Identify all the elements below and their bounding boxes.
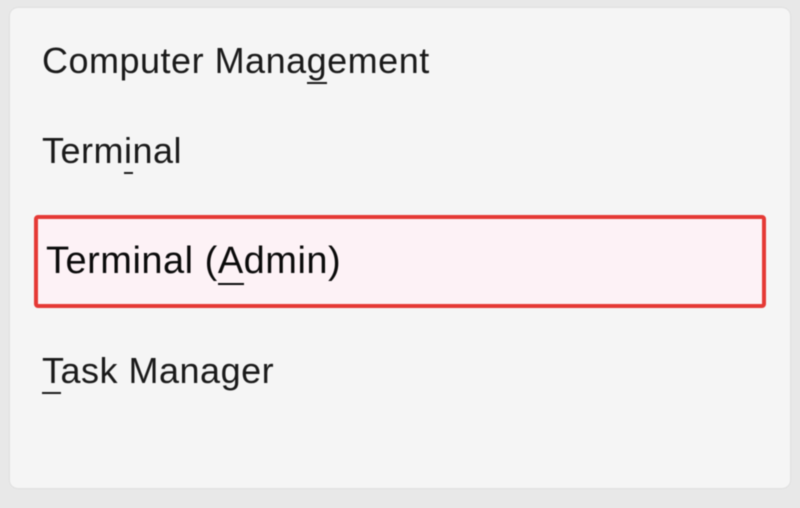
winx-menu: Computer Management Terminal Terminal (A… xyxy=(10,8,790,488)
menu-item-label: Terminal xyxy=(42,130,182,174)
menu-item-task-manager[interactable]: Task Manager xyxy=(10,326,790,416)
menu-item-label: Terminal (Admin) xyxy=(46,240,341,285)
menu-item-terminal[interactable]: Terminal xyxy=(10,106,790,196)
highlight-box: Terminal (Admin) xyxy=(34,215,766,308)
menu-item-terminal-admin[interactable]: Terminal (Admin) xyxy=(34,215,766,308)
spacer xyxy=(10,8,790,16)
menu-item-label: Computer Management xyxy=(42,40,430,84)
menu-item-computer-management[interactable]: Computer Management xyxy=(10,16,790,106)
menu-item-label: Task Manager xyxy=(42,350,274,394)
